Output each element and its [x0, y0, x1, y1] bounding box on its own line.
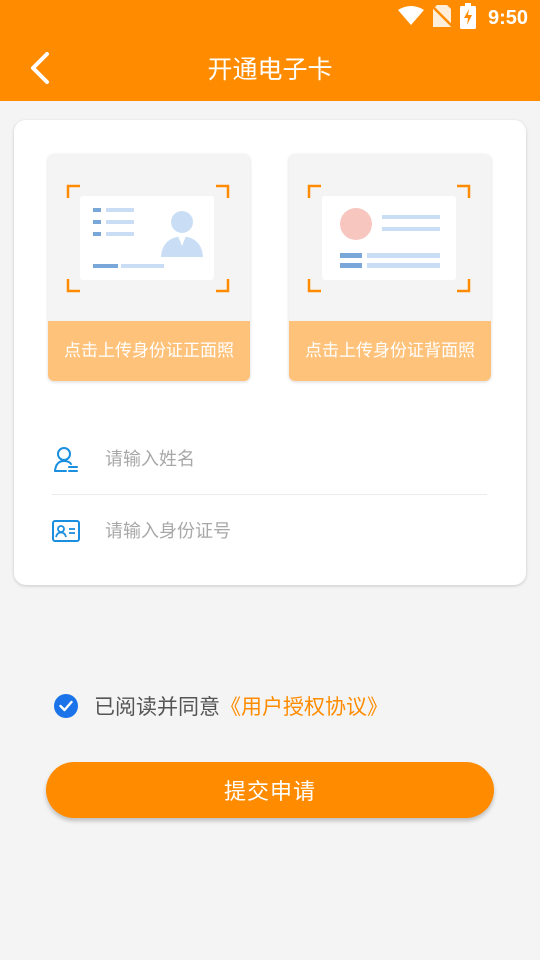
- upload-id-front-button[interactable]: 点击上传身份证正面照: [48, 154, 250, 381]
- submit-button[interactable]: 提交申请: [46, 762, 494, 818]
- name-input[interactable]: [105, 449, 465, 470]
- status-time: 9:50: [487, 6, 528, 29]
- status-icons: 9:50: [397, 3, 528, 33]
- agreement-row: 已阅读并同意 《用户授权协议》: [54, 690, 388, 722]
- id-card-back-illustration: [307, 184, 471, 293]
- agreement-text: 已阅读并同意: [94, 695, 220, 719]
- upload-id-back-button[interactable]: 点击上传身份证背面照: [289, 154, 491, 381]
- page-title: 开通电子卡: [207, 55, 333, 84]
- upload-front-label: 点击上传身份证正面照: [48, 321, 250, 381]
- person-icon: [52, 446, 80, 474]
- checkmark-icon: [59, 700, 73, 712]
- app-header: 9:50 开通电子卡: [0, 0, 540, 101]
- name-field-row: [52, 425, 487, 495]
- agreement-link[interactable]: 《用户授权协议》: [220, 691, 388, 721]
- status-bar: 9:50: [0, 0, 540, 36]
- battery-charging-icon: [459, 3, 476, 33]
- upload-back-label: 点击上传身份证背面照: [289, 321, 491, 381]
- id-card-icon: [52, 517, 80, 545]
- id-number-input[interactable]: [105, 520, 465, 542]
- form-card: 点击上传身份证正面照 点击上传身份证背面照: [14, 120, 526, 585]
- no-sim-icon: [431, 4, 453, 32]
- id-number-field-row: [52, 496, 487, 566]
- id-card-front-illustration: [66, 184, 230, 293]
- agreement-checkbox[interactable]: [54, 694, 78, 718]
- wifi-icon: [397, 6, 424, 30]
